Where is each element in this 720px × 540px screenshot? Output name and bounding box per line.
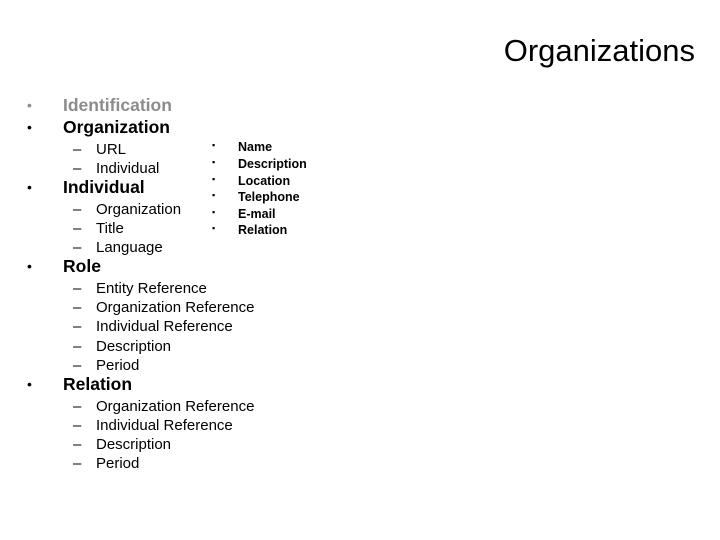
outline-sublabel: Entity Reference (96, 280, 207, 297)
dash-icon: – (73, 141, 82, 158)
outline-sublabel: Description (96, 436, 172, 453)
bullet-icon: • (27, 179, 32, 195)
dash-icon: – (73, 299, 82, 316)
field-label: Telephone (238, 190, 300, 204)
dash-icon: – (73, 417, 82, 434)
outline-label: Organization (63, 117, 170, 137)
square-bullet-icon: ▪ (212, 223, 216, 233)
field-label: Description (238, 157, 307, 171)
outline-sublabel: Language (96, 239, 163, 256)
slide-title: Organizations (0, 33, 695, 69)
outline-sublabel: Description (96, 338, 172, 355)
bullet-icon: • (27, 258, 32, 274)
dash-icon: – (73, 201, 82, 218)
outline-sublabel: Organization (96, 201, 182, 218)
outline-label: Individual (63, 177, 145, 197)
dash-icon: – (73, 455, 82, 472)
field-label: E-mail (238, 207, 276, 221)
field-label: Name (238, 140, 273, 154)
outline-sublabel: Individual Reference (96, 417, 233, 434)
dash-icon: – (73, 436, 82, 453)
square-bullet-icon: ▪ (212, 207, 216, 217)
square-bullet-icon: ▪ (212, 174, 216, 184)
square-bullet-icon: ▪ (212, 140, 216, 150)
outline-sublabel: Organization Reference (96, 299, 255, 316)
bullet-icon: • (27, 97, 32, 113)
outline-sublabel: Individual Reference (96, 318, 233, 335)
outline-sublabel: URL (96, 141, 127, 158)
dash-icon: – (73, 338, 82, 355)
field-label: Location (238, 174, 291, 188)
outline-sublabel: Title (96, 220, 124, 237)
dash-icon: – (73, 160, 82, 177)
outline-label: Role (63, 256, 101, 276)
outline-label: Identification (63, 95, 172, 115)
outline-sublabel: Period (96, 357, 140, 374)
field-label: Relation (238, 223, 288, 237)
square-bullet-icon: ▪ (212, 190, 216, 200)
dash-icon: – (73, 398, 82, 415)
outline-sublabel: Individual (96, 160, 160, 177)
bullet-icon: • (27, 376, 32, 392)
dash-icon: – (73, 220, 82, 237)
slide-title-text: Organizations (503, 33, 695, 68)
square-bullet-icon: ▪ (212, 157, 216, 167)
outline-sublabel: Organization Reference (96, 398, 255, 415)
bullet-icon: • (27, 119, 32, 135)
dash-icon: – (73, 357, 82, 374)
outline-sublabel: Period (96, 455, 140, 472)
dash-icon: – (73, 239, 82, 256)
dash-icon: – (73, 280, 82, 297)
dash-icon: – (73, 318, 82, 335)
outline-label: Relation (63, 374, 133, 394)
